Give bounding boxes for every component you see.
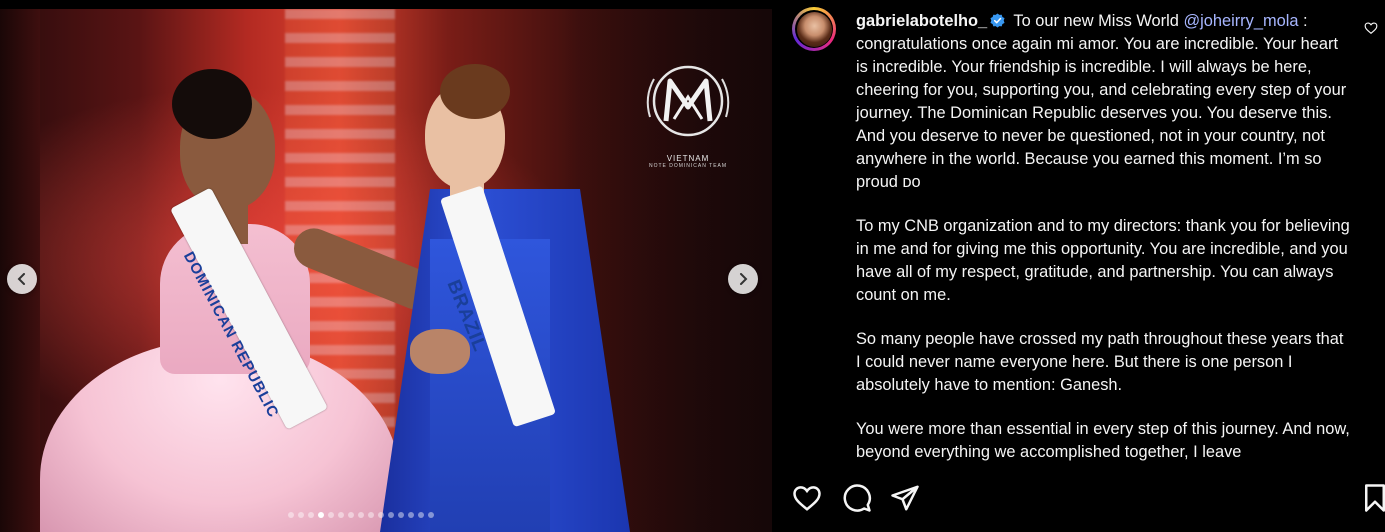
avatar-image bbox=[796, 11, 832, 47]
miss-world-logo-mark bbox=[646, 65, 730, 137]
held-hands bbox=[410, 329, 470, 374]
verified-badge-icon bbox=[990, 13, 1005, 28]
carousel-dot bbox=[288, 512, 294, 518]
carousel-dot bbox=[398, 512, 404, 518]
carousel-dot bbox=[368, 512, 374, 518]
caption-paragraph: To my CNB organization and to my directo… bbox=[856, 217, 1350, 304]
avatar[interactable] bbox=[792, 7, 836, 51]
carousel-dot bbox=[318, 512, 324, 518]
carousel-dot bbox=[388, 512, 394, 518]
logo-line-1: VIETNAM bbox=[666, 154, 710, 163]
post-caption: gabrielabotelho_ To our new Miss World @… bbox=[856, 10, 1351, 485]
contestant-left-hair bbox=[172, 69, 252, 139]
caption-like-heart-icon[interactable] bbox=[1364, 21, 1378, 35]
carousel-prev-button[interactable] bbox=[7, 264, 37, 294]
chevron-right-icon bbox=[740, 273, 748, 285]
logo-line-2: NOTE DOMINICAN TEAM bbox=[648, 163, 728, 169]
share-icon[interactable] bbox=[890, 483, 920, 513]
caption-first-paragraph: gabrielabotelho_ To our new Miss World @… bbox=[856, 10, 1351, 194]
carousel-dot bbox=[328, 512, 334, 518]
username-link[interactable]: gabrielabotelho_ bbox=[856, 12, 987, 30]
heart-icon[interactable] bbox=[792, 483, 822, 513]
mention-link[interactable]: @joheirry_mola bbox=[1183, 12, 1298, 30]
carousel-dot bbox=[358, 512, 364, 518]
chevron-left-icon bbox=[17, 273, 25, 285]
caption-lead: To our new Miss World bbox=[1009, 12, 1184, 30]
carousel-dot bbox=[308, 512, 314, 518]
post-photo[interactable]: DOMINICAN REPUBLIC BRAZIL VIETNAM NOTE D… bbox=[0, 9, 772, 532]
caption-paragraph: You were more than essential in every st… bbox=[856, 420, 1350, 461]
carousel-dot bbox=[348, 512, 354, 518]
contestant-right-hair bbox=[440, 64, 510, 119]
post-actions-bar bbox=[792, 483, 1385, 513]
carousel-dot bbox=[428, 512, 434, 518]
carousel-dot bbox=[408, 512, 414, 518]
post-details-panel: gabrielabotelho_ To our new Miss World @… bbox=[772, 0, 1385, 532]
carousel-dot bbox=[378, 512, 384, 518]
carousel-indicator bbox=[288, 512, 434, 518]
carousel-dot bbox=[418, 512, 424, 518]
caption-text: : congratulations once again mi amor. Yo… bbox=[856, 12, 1347, 191]
carousel-next-button[interactable] bbox=[728, 264, 758, 294]
miss-world-logo: VIETNAM NOTE DOMINICAN TEAM bbox=[640, 57, 736, 177]
bookmark-icon[interactable] bbox=[1360, 483, 1385, 513]
carousel-dot bbox=[338, 512, 344, 518]
caption-paragraph: So many people have crossed my path thro… bbox=[856, 330, 1344, 394]
comment-icon[interactable] bbox=[842, 483, 872, 513]
carousel-dot bbox=[298, 512, 304, 518]
